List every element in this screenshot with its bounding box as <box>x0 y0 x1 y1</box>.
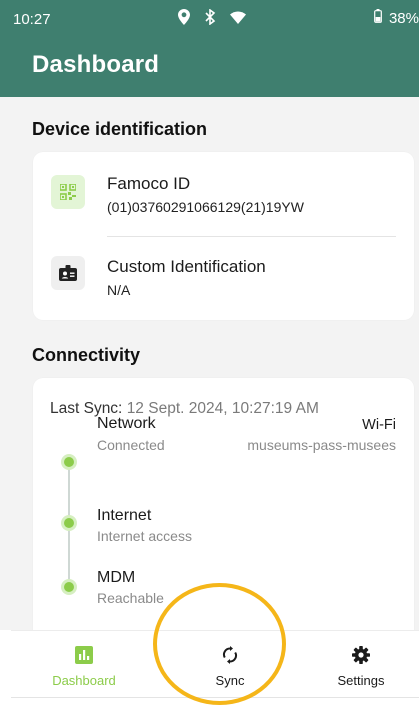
qr-code-icon <box>51 175 85 209</box>
battery-status: 38% <box>374 9 419 27</box>
page-title: Dashboard <box>32 51 160 78</box>
nav-dashboard-label: Dashboard <box>52 673 116 688</box>
connectivity-card: Last Sync: 12 Sept. 2024, 10:27:19 AM Ne… <box>33 378 414 630</box>
status-icons <box>178 9 246 25</box>
mdm-status: Reachable <box>97 590 164 606</box>
nav-dashboard[interactable]: Dashboard <box>33 631 135 697</box>
custom-identification-value: N/A <box>107 282 131 298</box>
dashboard-content[interactable]: Device identification Famoco ID (01)0376… <box>0 97 419 630</box>
status-bar: 10:27 38% <box>0 0 419 40</box>
nav-settings[interactable]: Settings <box>311 631 411 697</box>
status-time: 10:27 <box>13 11 51 28</box>
bluetooth-icon <box>204 9 216 25</box>
bottom-navigation: Dashboard Sync Settings <box>11 630 419 698</box>
device-identification-card: Famoco ID (01)03760291066129(21)19YW Cus… <box>33 152 414 320</box>
mdm-label: MDM <box>97 569 136 586</box>
device-identification-title: Device identification <box>32 119 208 139</box>
status-dot <box>61 454 77 470</box>
custom-identification-row[interactable]: Custom Identification N/A <box>51 236 396 316</box>
chart-icon <box>75 645 93 665</box>
battery-icon <box>374 9 382 27</box>
internet-status: Internet access <box>97 528 192 544</box>
wifi-icon <box>230 11 246 24</box>
famoco-id-label: Famoco ID <box>107 174 191 193</box>
location-icon <box>178 9 190 25</box>
network-status: Connected <box>97 437 165 453</box>
nav-settings-label: Settings <box>337 673 385 688</box>
nav-sync-label: Sync <box>215 673 245 688</box>
famoco-id-value: (01)03760291066129(21)19YW <box>107 199 304 215</box>
internet-label: Internet <box>97 507 152 524</box>
famoco-id-row[interactable]: Famoco ID (01)03760291066129(21)19YW <box>51 152 396 232</box>
network-label: Network <box>97 415 156 432</box>
status-dot <box>61 579 77 595</box>
gear-icon <box>352 645 370 665</box>
id-badge-icon <box>51 256 85 290</box>
last-sync: Last Sync: 12 Sept. 2024, 10:27:19 AM <box>50 400 319 418</box>
battery-percentage: 38% <box>388 9 419 27</box>
sync-icon <box>222 645 238 665</box>
network-ssid: museums-pass-musees <box>247 437 396 453</box>
app-bar: Dashboard <box>0 40 419 97</box>
network-type: Wi-Fi <box>362 417 396 433</box>
nav-sync[interactable]: Sync <box>180 631 280 697</box>
connectivity-title: Connectivity <box>32 345 141 365</box>
status-dot <box>61 515 77 531</box>
custom-identification-label: Custom Identification <box>107 257 266 276</box>
